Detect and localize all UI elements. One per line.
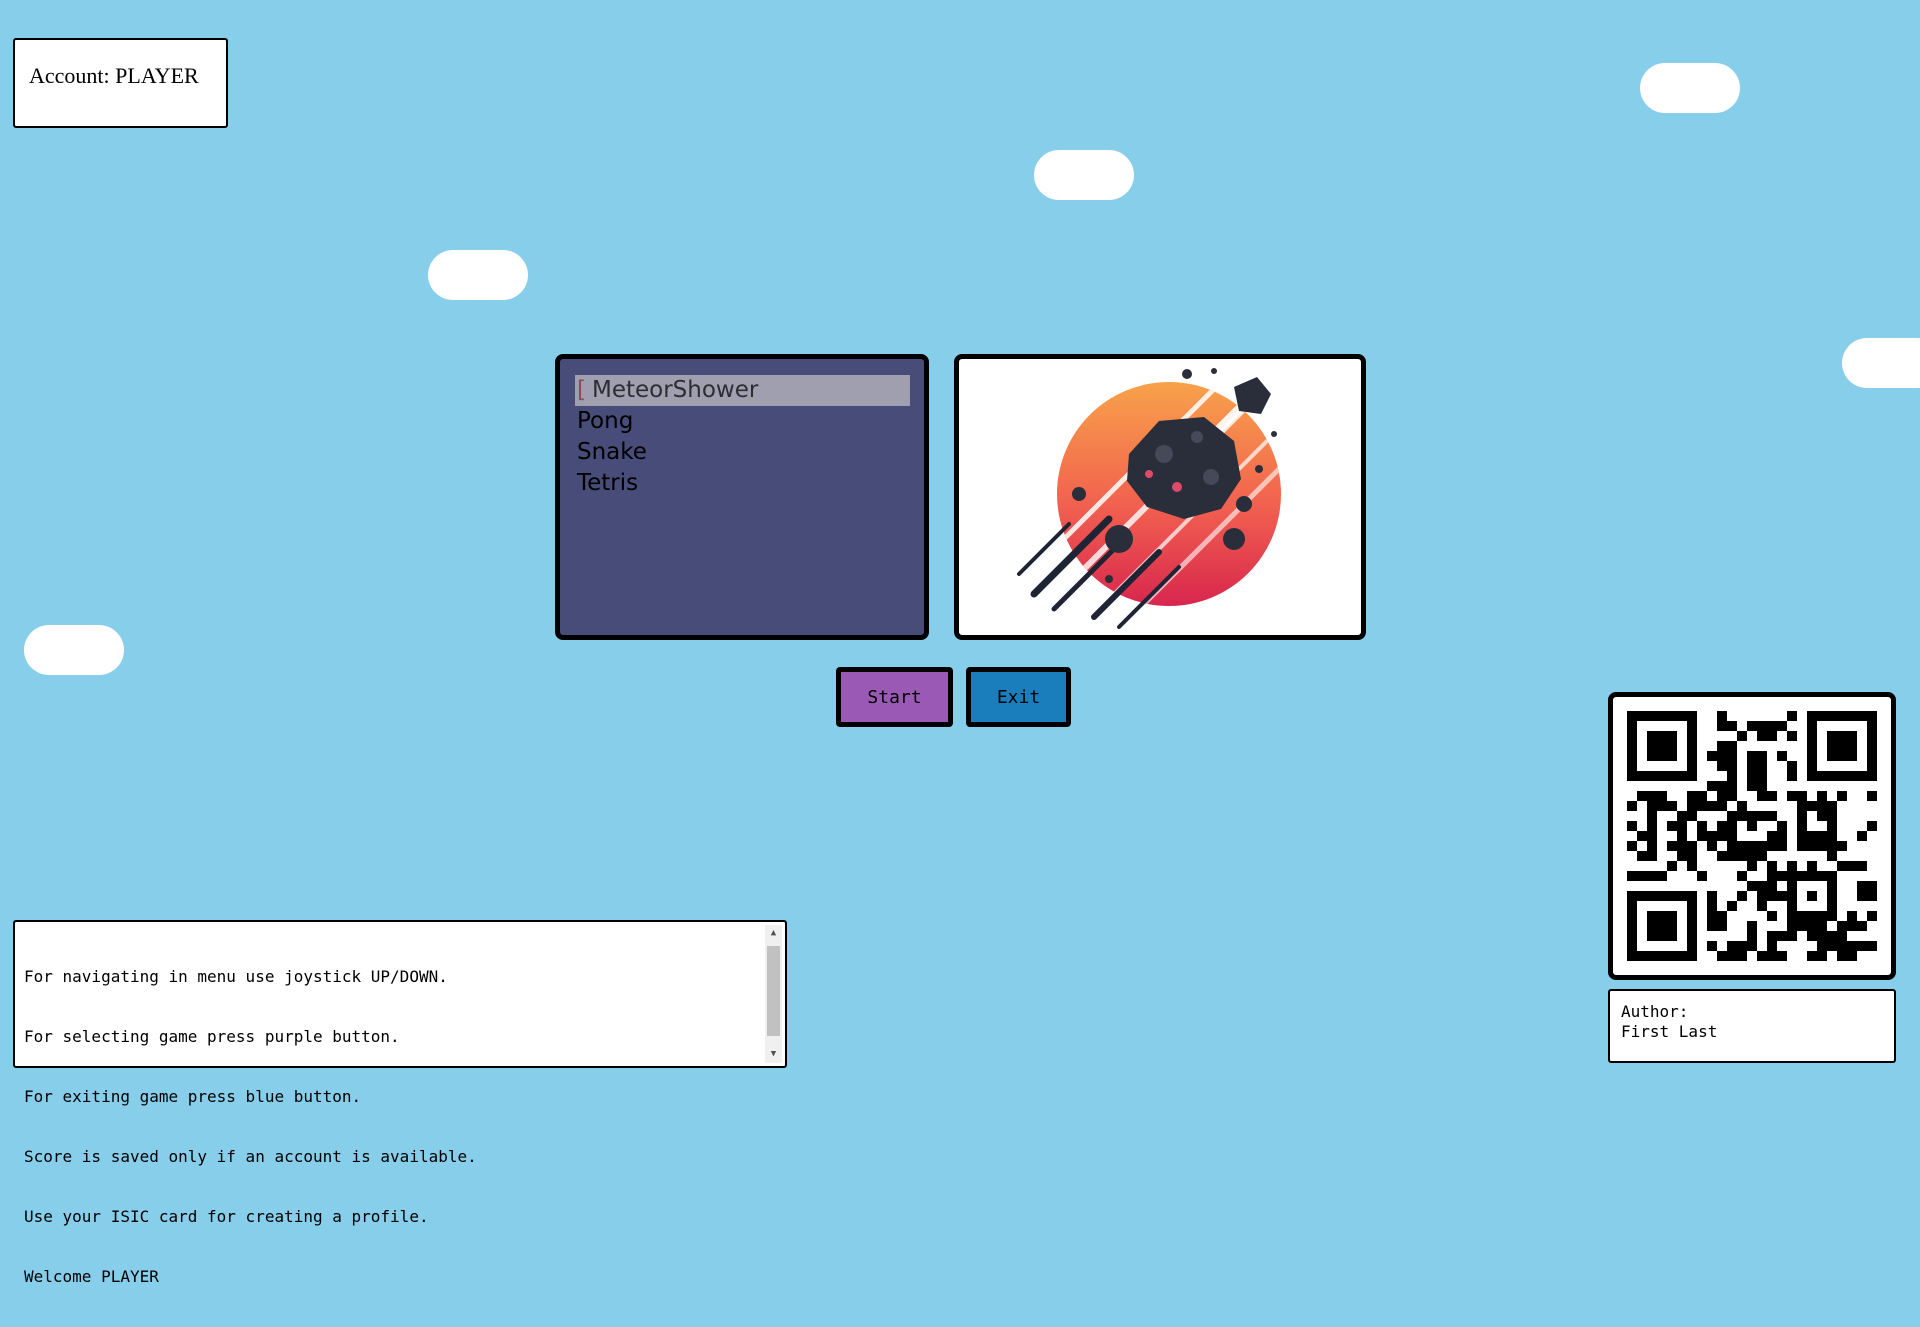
help-line: Welcome PLAYER [24, 1267, 159, 1286]
console-scrollbar[interactable]: ▲ ▼ [765, 925, 782, 1063]
game-item-label: MeteorShower [591, 377, 759, 403]
help-console[interactable]: For navigating in menu use joystick UP/D… [13, 920, 787, 1286]
qr-code-panel [1608, 692, 1896, 980]
help-line: Score is saved only if an account is ava… [24, 1147, 477, 1166]
exit-button[interactable]: Exit [966, 667, 1071, 727]
game-item-tetris[interactable]: Tetris [575, 468, 910, 499]
game-item-snake[interactable]: Snake [575, 437, 910, 468]
game-preview-panel [954, 354, 1366, 640]
help-line: For navigating in menu use joystick UP/D… [24, 967, 448, 986]
cloud [1842, 338, 1920, 388]
account-label: Account: PLAYER [13, 38, 228, 128]
author-panel: Author: First Last [1608, 989, 1896, 1063]
game-list[interactable]: [MeteorShower Pong Snake Tetris [555, 354, 929, 640]
author-name: First Last [1621, 1022, 1718, 1041]
meteor-shower-artwork-icon [1017, 368, 1281, 629]
game-item-meteorshower[interactable]: [MeteorShower [575, 375, 910, 406]
scroll-up-icon[interactable]: ▲ [765, 925, 782, 942]
scroll-down-icon[interactable]: ▼ [765, 1046, 782, 1063]
cloud [24, 625, 124, 675]
author-label: Author: [1621, 1002, 1689, 1021]
scroll-thumb[interactable] [767, 946, 780, 1036]
start-button[interactable]: Start [836, 667, 953, 727]
help-line: For selecting game press purple button. [24, 1027, 400, 1046]
cloud [1640, 63, 1740, 113]
game-item-pong[interactable]: Pong [575, 406, 910, 437]
help-line: For exiting game press blue button. [24, 1087, 362, 1106]
help-line: Use your ISIC card for creating a profil… [24, 1207, 429, 1226]
selection-cursor: [ [577, 377, 586, 403]
cloud [1034, 150, 1134, 200]
qr-code-icon [1627, 711, 1877, 961]
cloud [428, 250, 528, 300]
